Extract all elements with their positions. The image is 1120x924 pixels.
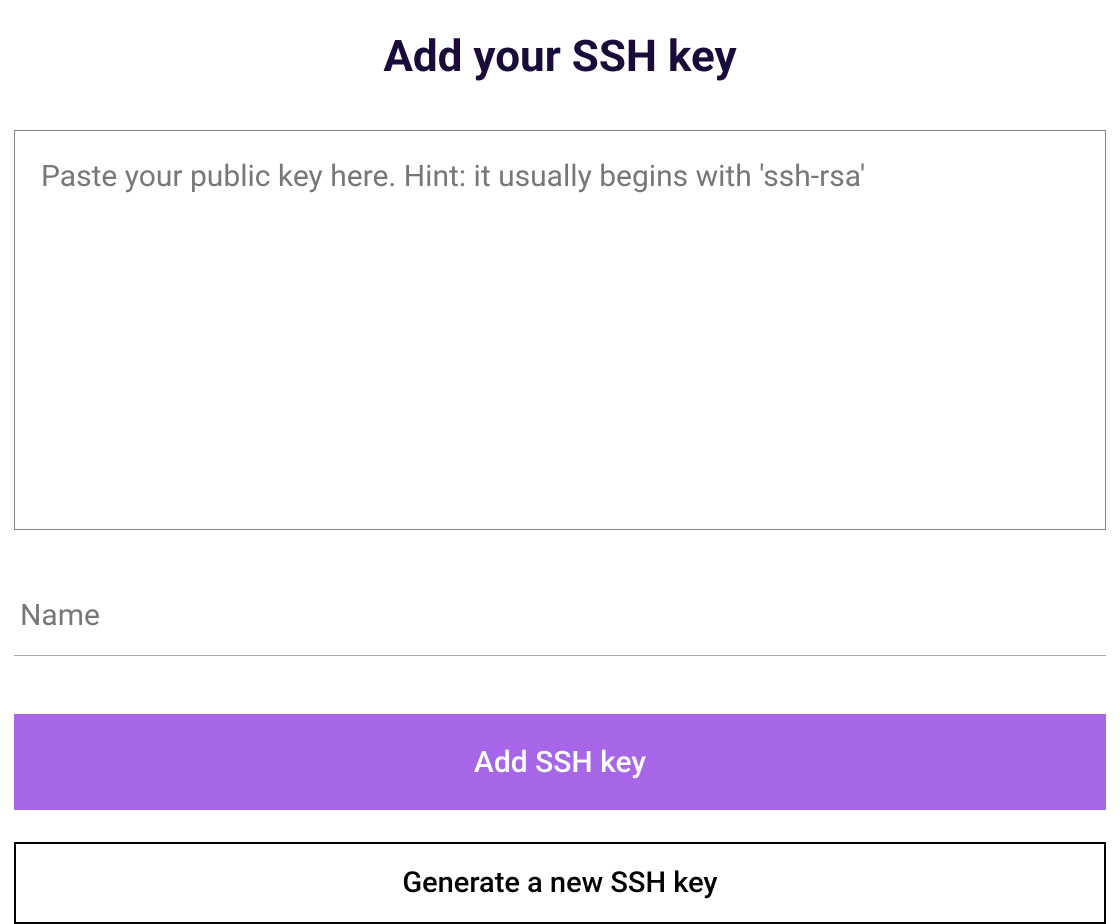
name-input[interactable] (14, 588, 1106, 656)
ssh-key-textarea[interactable] (14, 130, 1106, 530)
add-ssh-key-form: Add your SSH key Add SSH key Generate a … (14, 30, 1106, 924)
generate-ssh-key-button[interactable]: Generate a new SSH key (14, 842, 1106, 924)
add-ssh-key-button[interactable]: Add SSH key (14, 714, 1106, 810)
page-title: Add your SSH key (14, 30, 1106, 82)
